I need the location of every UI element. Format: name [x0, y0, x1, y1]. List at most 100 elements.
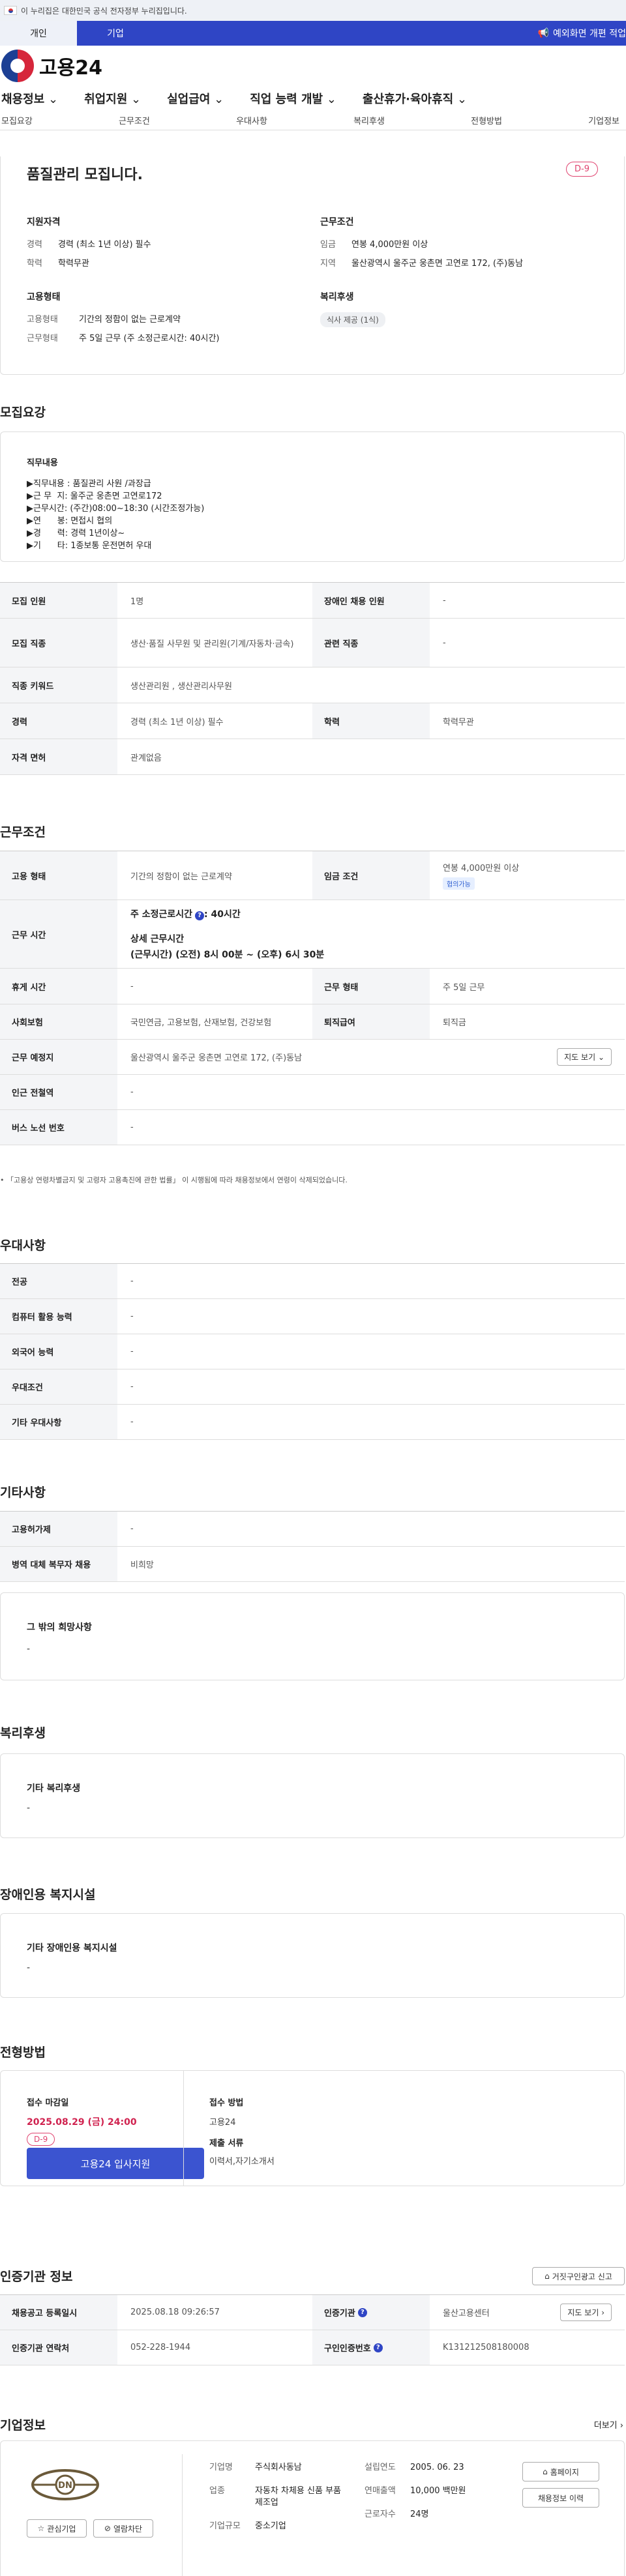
info-icon[interactable]: ? [195, 911, 205, 920]
section-nav-item[interactable]: 복리후생 [353, 114, 385, 126]
work-table: 고용 형태 기간의 정함이 없는 근로계약 임금 조건 연봉 4,000만원 이상 협의… [0, 851, 625, 1145]
gnb-item[interactable]: 직업 능력 개발 [250, 93, 323, 106]
table-row: 모집 인원 1명 장애인 채용 인원 - [0, 583, 625, 619]
section-title-cert: 인증기관 정보 [0, 2270, 73, 2284]
section-nav-item[interactable]: 모집요강 [1, 114, 33, 126]
gnb-item[interactable]: 실업급여 [167, 93, 210, 106]
section-nav-item[interactable]: 근무조건 [119, 114, 150, 126]
gnb-menu[interactable]: 출산휴가·육아휴직 ⌄ [363, 90, 467, 107]
company-field: 설립연도 2005. 06. 23 [365, 2463, 464, 2472]
table-row: 고용허가제 - [0, 1512, 625, 1547]
chevron-down-icon: ⌄ [44, 93, 59, 106]
duty-content: ▶직무내용 : 품질관리 사원 /과장급 ▶근 무 지: 울주군 웅촌면 고연로… [27, 479, 205, 551]
info-icon[interactable]: ? [373, 2343, 383, 2352]
gnb-menu[interactable]: 실업급여 ⌄ [167, 90, 224, 107]
info-icon[interactable]: ? [357, 2307, 367, 2317]
section-nav-item[interactable]: 전형방법 [471, 114, 502, 126]
table-row: 모집 직종 생산·품질 사무원 및 관리원(기계/자동차·금속) 관련 직종 - [0, 619, 625, 667]
block-icon: ⊘ [104, 2524, 111, 2533]
main-nav: 채용정보 ⌄ 취업지원 ⌄ 실업급여 ⌄ 직업 능력 개발 ⌄ 출산휴가·육아휴직 ⌄ [0, 86, 626, 111]
history-button[interactable]: 채용정보 이력 [522, 2488, 599, 2508]
gov-banner: 이 누리집은 대한민국 공식 전자정부 누리집입니다. [0, 0, 626, 21]
homepage-button[interactable]: ⌂ 홈페이지 [522, 2462, 599, 2481]
table-row: 전공 - [0, 1264, 625, 1299]
section-title-select: 전형방법 [0, 2045, 46, 2060]
section-title-pref: 우대사항 [0, 1238, 46, 1253]
brand-name: 고용24 [39, 57, 102, 80]
section-nav: 모집요강 근무조건 우대사항 복리후생 전형방법 기업정보 [0, 111, 626, 130]
company-box: DN ☆ 관심기업 ⊘ 열람차단 기업명 주식회사동남업종 자동차 차체용 신품 부품 … [0, 2440, 625, 2576]
table-row: 자격 면허 관계없음 [0, 739, 625, 775]
tab-personal[interactable]: 개인 [0, 21, 77, 46]
condition-group: 근무조건 임금 연봉 4,000만원 이상 지역 울산광역시 울주군 웅촌면 고연로… [320, 217, 524, 269]
section-nav-item[interactable]: 우대사항 [236, 114, 267, 126]
korea-flag-icon [4, 6, 17, 15]
site-notice-link[interactable]: 📢 예외화면 개편 적업 [538, 21, 626, 46]
cert-table: 채용공고 등록일시 2025.08.18 09:26:57 인증기관? 울산고용센터 지… [0, 2294, 625, 2365]
qualification-group: 지원자격 경력 경력 (최소 1년 이상) 필수 학력 학력무관 [27, 217, 151, 269]
age-notice: • 「고용상 연령차별금지 및 고령자 고용촉진에 관한 법률」 이 시행됨에 … [0, 1176, 348, 1184]
summary-card: 품질관리 모집니다. D-9 지원자격 경력 경력 (최소 1년 이상) 필수 학… [0, 156, 625, 375]
chevron-down-icon: ⌄ [210, 93, 224, 106]
company-field: 기업명 주식회사동남 [209, 2463, 302, 2472]
section-title-recruit: 모집요강 [0, 405, 46, 420]
favorite-company-button[interactable]: ☆ 관심기업 [27, 2519, 87, 2538]
apply-button[interactable]: 고용24 입사지원 [27, 2148, 204, 2179]
false-ad-report-button[interactable]: ⌂ 거짓구인광고 신고 [532, 2267, 625, 2285]
company-field: 기업규모 중소기업 [209, 2521, 286, 2531]
pref-table: 전공 - 컴퓨터 활용 능력 - 외국어 능력 - 우대조건 - 기타 우대사항 - [0, 1263, 625, 1440]
company-field: 근로자수 24명 [365, 2510, 429, 2519]
table-row: 컴퓨터 활용 능력 - [0, 1299, 625, 1334]
company-field: 업종 자동차 차체용 신품 부품 제조업 [209, 2486, 341, 2508]
gnb-menu[interactable]: 직업 능력 개발 ⌄ [250, 90, 336, 107]
gnb-item[interactable]: 취업지원 [84, 93, 127, 106]
table-row: 경력 경력 (최소 1년 이상) 필수 학력 학력무관 [0, 703, 625, 739]
duty-box: 직무내용 ▶직무내용 : 품질관리 사원 /과장급 ▶근 무 지: 울주군 웅촌… [0, 432, 625, 562]
company-logo-icon: DN [31, 2469, 99, 2500]
gnb-menu[interactable]: 채용정보 ⌄ [1, 90, 58, 107]
block-view-button[interactable]: ⊘ 열람차단 [93, 2519, 153, 2538]
cert-map-button[interactable]: 지도 보기 › [560, 2304, 612, 2321]
table-row: 외국어 능력 - [0, 1334, 625, 1369]
etc-table: 고용허가제 - 병역 대체 복무자 채용 비희망 [0, 1511, 625, 1582]
company-details: 기업명 주식회사동남업종 자동차 차체용 신품 부품 제조업기업규모 중소기업 [209, 2462, 366, 2544]
welfare-tag: 식사 제공 (1식) [320, 312, 385, 327]
section-title-work: 근무조건 [0, 825, 46, 840]
svg-text:DN: DN [58, 2481, 72, 2491]
goyong24-logo-icon [1, 50, 34, 82]
table-row: 병역 대체 복무자 채용 비희망 [0, 1547, 625, 1582]
logo[interactable]: 고용24 [0, 46, 626, 86]
tab-company[interactable]: 기업 [77, 21, 154, 46]
chevron-down-icon: ⌄ [453, 93, 468, 106]
dday-badge: D-9 [566, 162, 598, 177]
company-more-link[interactable]: 더보기 › [594, 2418, 623, 2431]
map-button[interactable]: 지도 보기 ⌄ [557, 1048, 612, 1066]
section-title-etc: 기타사항 [0, 1486, 46, 1500]
deadline-text: 2025.08.29 (금) 24:00 [27, 2117, 137, 2128]
house-icon: ⌂ [544, 2272, 550, 2281]
table-row: 우대조건 - [0, 1369, 625, 1405]
gnb-menu[interactable]: 취업지원 ⌄ [84, 90, 141, 107]
company-field: 연매출액 10,000 백만원 [365, 2486, 466, 2496]
recruit-table: 모집 인원 1명 장애인 채용 인원 - 모집 직종 생산·품질 사무원 및 관리원(기계… [0, 582, 625, 775]
wish-box: 그 밖의 희망사항 - [0, 1592, 625, 1680]
section-title-benefit: 복리후생 [0, 1726, 46, 1740]
disabled-box: 기타 장애인용 복지시설 - [0, 1913, 625, 1998]
chevron-down-icon: ⌄ [323, 93, 336, 106]
table-row: 직종 키워드 생산관리원 , 생산관리사무원 [0, 667, 625, 703]
section-nav-item[interactable]: 기업정보 [588, 114, 619, 126]
welfare-group: 복리후생 식사 제공 (1식) [320, 290, 385, 327]
section-title-disabled: 장애인용 복지시설 [0, 1888, 96, 1902]
job-title: 품질관리 모집니다. [27, 167, 143, 183]
deadline-dday-badge: D-9 [27, 2133, 55, 2146]
megaphone-icon: 📢 [537, 28, 550, 38]
audience-tabs: 개인 기업 📢 예외화면 개편 적업 [0, 21, 626, 46]
section-title-company: 기업정보 [0, 2418, 46, 2433]
chevron-down-icon: ⌄ [127, 93, 142, 106]
star-icon: ☆ [37, 2524, 45, 2533]
gnb-item[interactable]: 채용정보 [1, 93, 44, 106]
home-icon: ⌂ [543, 2467, 548, 2476]
gov-notice-text: 이 누리집은 대한민국 공식 전자정부 누리집입니다. [21, 6, 187, 16]
company-details-2: 설립연도 2005. 06. 23 연매출액 10,000 백만원근로자수 24명 [365, 2462, 508, 2532]
gnb-item[interactable]: 출산휴가·육아휴직 [363, 93, 453, 106]
